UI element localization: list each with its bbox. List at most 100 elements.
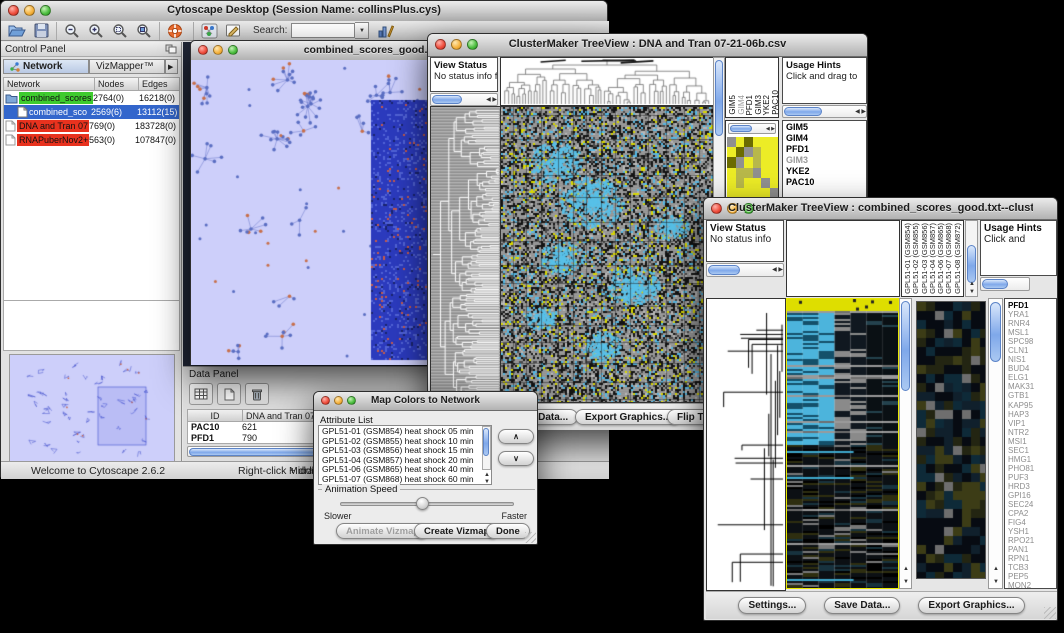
scrollbar-down-arrow[interactable]: ▼ <box>903 579 909 585</box>
network-row-selected[interactable]: combined_sco 2569(6) 13112(15) <box>4 105 179 119</box>
network-row[interactable]: RNAPuberNov2+ 563(0) 107847(0) <box>4 133 179 147</box>
scrollbar-arrows[interactable]: ◀ ▶ <box>766 126 775 132</box>
list-down-arrow[interactable]: ▼ <box>484 479 490 485</box>
treeview2-titlebar[interactable]: ClusterMaker TreeView : combined_scores_… <box>704 198 1057 220</box>
tv1-heatmap-canvas[interactable] <box>500 106 714 403</box>
list-item[interactable]: MON2 <box>1008 581 1056 589</box>
tv2-column-dendrogram-area[interactable] <box>786 220 900 297</box>
list-up-arrow[interactable]: ▲ <box>484 472 490 478</box>
new-attribute-button[interactable] <box>217 383 241 405</box>
list-item[interactable]: NTR2 <box>1008 428 1056 437</box>
list-item[interactable]: GIM4 <box>786 133 866 144</box>
attribute-list[interactable]: GPL51-01 (GSM854) heat shock 05 minGPL51… <box>318 425 492 485</box>
cytoscape-titlebar[interactable]: Cytoscape Desktop (Session Name: collins… <box>1 1 607 22</box>
network-row[interactable]: DNA and Tran 07 769(0) 183728(0) <box>4 119 179 133</box>
move-up-button[interactable]: ∧ <box>498 429 534 444</box>
list-item[interactable]: YSH1 <box>1008 527 1056 536</box>
list-item[interactable]: RPN1 <box>1008 554 1056 563</box>
network-overview-canvas[interactable] <box>9 354 175 462</box>
tv2-hints-hscrollbar[interactable] <box>980 277 1030 291</box>
search-dropdown-button[interactable]: ▼ <box>355 22 369 39</box>
scrollbar-thumb[interactable] <box>982 279 1008 289</box>
scrollbar-thumb[interactable] <box>715 60 723 136</box>
move-down-button[interactable]: ∨ <box>498 451 534 466</box>
close-button[interactable] <box>198 45 208 55</box>
scrollbar-down-arrow[interactable]: ▼ <box>969 289 975 295</box>
column-header-id[interactable]: ID <box>187 409 243 422</box>
list-item[interactable]: CPA2 <box>1008 509 1056 518</box>
export-graphics-button[interactable]: Export Graphics... <box>575 409 681 425</box>
attribute-list-vscrollbar[interactable] <box>482 426 491 470</box>
tv2-heatmap-canvas[interactable] <box>786 298 899 589</box>
tv1-correlation-matrix[interactable] <box>727 137 778 198</box>
export-graphics-button[interactable]: Export Graphics... <box>918 597 1024 614</box>
scrollbar-arrows[interactable]: ◀ ▶ <box>486 97 497 103</box>
list-item[interactable]: ELG1 <box>1008 373 1056 382</box>
list-item[interactable]: SEC24 <box>1008 500 1056 509</box>
tv2-heatmap-vscrollbar[interactable]: ▲ ▼ <box>899 298 912 589</box>
list-item[interactable]: PAC10 <box>772 90 779 115</box>
tv2-genelist-vscrollbar[interactable]: ▲ ▼ <box>988 298 1003 589</box>
close-button[interactable] <box>711 203 722 214</box>
tab-overflow-button[interactable]: ▶ <box>165 59 178 74</box>
list-item[interactable]: CLN1 <box>1008 346 1056 355</box>
list-item[interactable]: GTB1 <box>1008 391 1056 400</box>
open-session-button[interactable] <box>5 21 29 41</box>
list-item[interactable]: SPC98 <box>1008 337 1056 346</box>
column-header-network[interactable]: Network <box>3 77 95 91</box>
tv1-column-dendrogram[interactable] <box>500 57 714 106</box>
zoom-out-button[interactable] <box>60 21 84 41</box>
tab-network[interactable]: Network <box>3 59 89 74</box>
tv1-status-hscrollbar[interactable]: ◀ ▶ <box>430 93 498 106</box>
tv1-matrix-hscrollbar[interactable]: ◀ ▶ <box>728 123 776 134</box>
tv2-global-thumbnail[interactable] <box>916 301 986 579</box>
float-panel-icon[interactable] <box>165 44 177 54</box>
scrollbar-thumb[interactable] <box>967 245 976 283</box>
list-item[interactable]: PAC10 <box>786 177 866 188</box>
list-item[interactable]: YKE2 <box>786 166 866 177</box>
network-row[interactable]: combined_scores 2764(0) 16218(0) <box>4 91 179 105</box>
resize-grip[interactable] <box>1044 607 1056 619</box>
list-item[interactable]: PEP5 <box>1008 572 1056 581</box>
list-item[interactable]: TCB3 <box>1008 563 1056 572</box>
scrollbar-thumb[interactable] <box>730 125 752 132</box>
help-button[interactable] <box>163 21 187 41</box>
list-item[interactable]: HAP3 <box>1008 410 1056 419</box>
list-item[interactable]: PFD1 <box>1008 301 1056 310</box>
list-item[interactable]: KAP95 <box>1008 401 1056 410</box>
list-item[interactable]: MSL1 <box>1008 328 1056 337</box>
list-item[interactable]: PAN1 <box>1008 545 1056 554</box>
list-item[interactable]: GPL51-08 (GSM872) <box>954 223 962 294</box>
list-item[interactable]: YRA1 <box>1008 310 1056 319</box>
list-item[interactable]: PFD1 <box>786 144 866 155</box>
list-item[interactable]: RPO21 <box>1008 536 1056 545</box>
scrollbar-up-arrow[interactable]: ▲ <box>903 566 909 572</box>
close-button[interactable] <box>435 39 446 50</box>
scrollbar-arrows[interactable]: ◀ ▶ <box>772 267 783 273</box>
save-data-button[interactable]: Save Data... <box>824 597 900 614</box>
select-attributes-button[interactable] <box>189 383 213 405</box>
resize-grip[interactable] <box>525 532 536 543</box>
search-input[interactable] <box>291 23 355 38</box>
list-item[interactable]: MAK31 <box>1008 382 1056 391</box>
tab-vizmapper[interactable]: VizMapper™ <box>89 59 165 74</box>
column-header-edges[interactable]: Edges <box>139 77 180 91</box>
scrollbar-up-arrow[interactable]: ▲ <box>969 281 975 287</box>
scrollbar-thumb[interactable] <box>990 302 1001 362</box>
list-item[interactable]: VIP1 <box>1008 419 1056 428</box>
list-item[interactable]: GIM3 <box>786 155 866 166</box>
annotation-button[interactable] <box>221 21 245 41</box>
list-item[interactable]: HRD3 <box>1008 482 1056 491</box>
scrollbar-thumb[interactable] <box>708 265 740 275</box>
list-item[interactable]: SEC1 <box>1008 446 1056 455</box>
dialog-titlebar[interactable]: Map Colors to Network <box>314 392 537 411</box>
treeview1-titlebar[interactable]: ClusterMaker TreeView : DNA and Tran 07-… <box>428 34 867 57</box>
scrollbar-thumb[interactable] <box>483 428 489 456</box>
scrollbar-down-arrow[interactable]: ▼ <box>993 579 999 585</box>
list-item[interactable]: MSI1 <box>1008 437 1056 446</box>
list-item[interactable]: GPI16 <box>1008 491 1056 500</box>
vizmapper-button[interactable] <box>197 21 221 41</box>
tv2-labels-vscrollbar[interactable]: ▲ ▼ <box>965 220 978 297</box>
list-item[interactable]: PUF3 <box>1008 473 1056 482</box>
tv2-status-hscrollbar[interactable]: ◀ ▶ <box>706 263 784 277</box>
